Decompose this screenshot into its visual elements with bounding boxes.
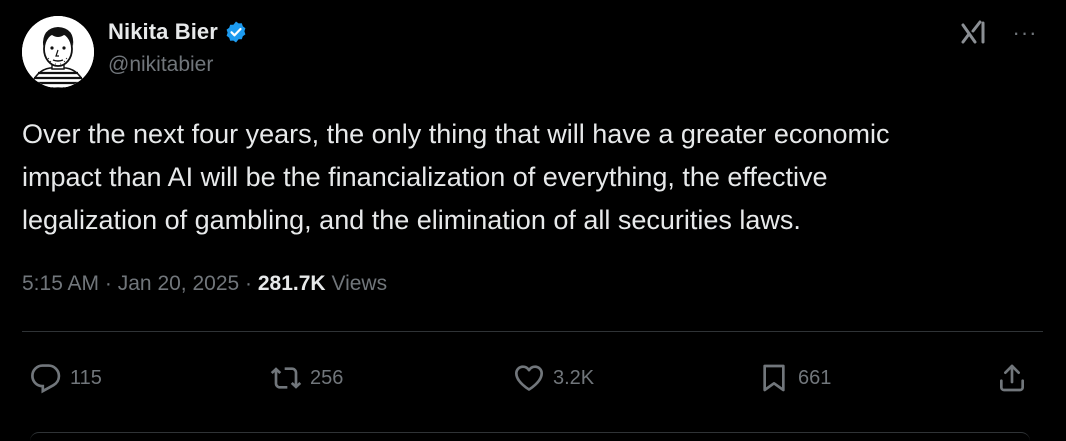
bookmark-count: 661 [798,366,832,389]
more-horizontal-icon[interactable]: ··· [1008,19,1042,47]
reply-icon [30,362,62,394]
bookmark-icon [758,362,790,394]
author-handle[interactable]: @nikitabier [108,53,213,77]
meta-separator: · [245,272,253,295]
meta-separator: · [104,272,112,295]
share-icon [996,362,1028,394]
retweet-button[interactable]: 256 [270,360,343,396]
views-count[interactable]: 281.7K [258,272,326,295]
reply-button[interactable]: 115 [30,360,102,396]
author-display-name[interactable]: Nikita Bier [108,19,218,45]
like-button[interactable]: 3.2K [513,360,594,396]
tweet-text-line: Over the next four years, the only thing… [22,119,890,149]
share-button[interactable] [996,360,1028,396]
grok-icon[interactable] [958,17,990,49]
like-count: 3.2K [553,366,595,389]
tweet-text-line: impact than AI will be the financializat… [22,162,828,192]
reply-count: 115 [70,366,102,389]
avatar-sketch [22,16,94,88]
verified-badge-icon [224,20,248,44]
avatar[interactable] [22,16,94,88]
tweet: Nikita Bier @nikitabier ··· Over the nex… [0,0,1066,438]
heart-icon [513,362,545,394]
views-label: Views [331,272,388,295]
divider [22,331,1043,332]
bookmark-button[interactable]: 661 [758,360,831,396]
retweet-icon [270,362,302,394]
retweet-count: 256 [310,366,344,389]
tweet-text: Over the next four years, the only thing… [22,113,1052,242]
tweet-date[interactable]: Jan 20, 2025 [118,272,239,295]
reply-composer-edge [30,432,1030,441]
tweet-time[interactable]: 5:15 AM [22,272,99,295]
tweet-meta: 5:15 AM · Jan 20, 2025 · 281.7K Views [22,272,387,296]
author-name-row[interactable]: Nikita Bier [108,17,248,47]
tweet-text-line: legalization of gambling, and the elimin… [22,205,801,235]
